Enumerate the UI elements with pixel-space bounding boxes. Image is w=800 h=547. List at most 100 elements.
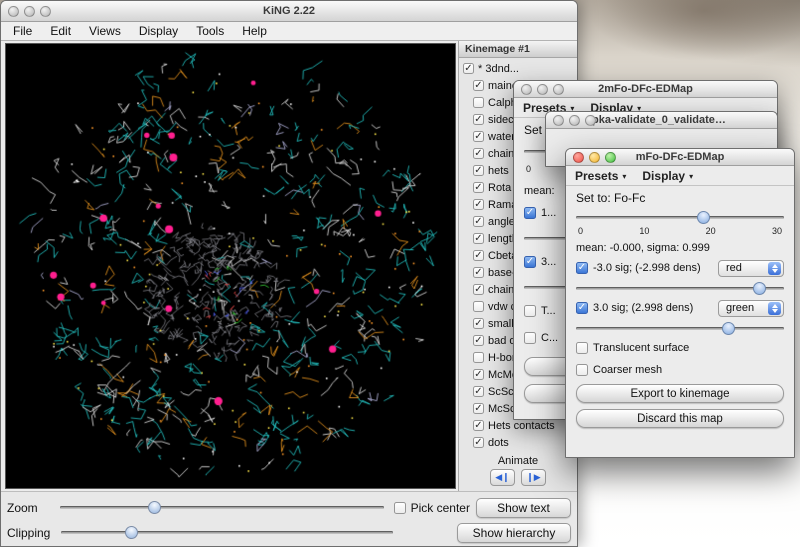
clipping-slider[interactable] xyxy=(61,525,393,540)
discard-map-button[interactable]: Discard this map xyxy=(576,409,784,428)
translucent-checkbox[interactable] xyxy=(576,342,588,354)
map-menubar: Presets Display xyxy=(566,166,794,186)
kinemage-item-checkbox[interactable] xyxy=(473,97,484,108)
kinemage-item-checkbox[interactable] xyxy=(463,63,474,74)
kinemage-item-checkbox[interactable] xyxy=(473,267,484,278)
kinemage-item-checkbox[interactable] xyxy=(473,199,484,210)
menu-help[interactable]: Help xyxy=(233,24,276,38)
kinemage-item-checkbox[interactable] xyxy=(473,386,484,397)
translucent-checkbox[interactable] xyxy=(524,305,536,317)
kinemage-item-checkbox[interactable] xyxy=(473,318,484,329)
kinemage-item-checkbox[interactable] xyxy=(473,301,484,312)
zoom-slider[interactable] xyxy=(60,500,384,515)
titlebar[interactable]: pka-validate_0_validate_1_ma... xyxy=(546,112,777,129)
kinemage-item-checkbox[interactable] xyxy=(473,165,484,176)
slider-thumb[interactable] xyxy=(125,526,138,539)
titlebar[interactable]: 2mFo-DFc-EDMap xyxy=(514,81,777,98)
kinemage-item-checkbox[interactable] xyxy=(473,216,484,227)
close-button[interactable] xyxy=(553,115,564,126)
kinemage-item-label: * 3dnd... xyxy=(478,63,519,75)
show-text-button[interactable]: Show text xyxy=(476,498,571,518)
neg-color-value: red xyxy=(726,262,768,274)
main-titlebar[interactable]: KiNG 2.22 xyxy=(1,1,577,22)
zoom-button[interactable] xyxy=(553,84,564,95)
kinemage-item[interactable]: dots xyxy=(463,434,577,451)
kinemage-item-checkbox[interactable] xyxy=(473,403,484,414)
slider-thumb[interactable] xyxy=(753,282,766,295)
kinemage-item-checkbox[interactable] xyxy=(473,80,484,91)
pick-center-checkbox[interactable] xyxy=(394,502,406,514)
kinemage-item-checkbox[interactable] xyxy=(473,437,484,448)
dropdown-arrows-icon xyxy=(768,302,781,315)
minimize-button[interactable] xyxy=(537,84,548,95)
menu-views[interactable]: Views xyxy=(80,24,130,38)
menu-tools[interactable]: Tools xyxy=(187,24,233,38)
pick-center-control: Pick center xyxy=(394,501,470,515)
slider-track[interactable] xyxy=(61,531,393,534)
pos-color-value: green xyxy=(726,302,768,314)
minimize-button[interactable] xyxy=(569,115,580,126)
menu-display[interactable]: Display xyxy=(130,24,187,38)
neg-contour-slider[interactable] xyxy=(576,281,784,296)
export-to-kinemage-button[interactable]: Export to kinemage xyxy=(576,384,784,403)
map-stats: mean: -0.000, sigma: 0.999 xyxy=(576,242,784,254)
kinemage-item-checkbox[interactable] xyxy=(473,114,484,125)
molecule-canvas[interactable] xyxy=(6,44,455,488)
zoom-button[interactable] xyxy=(585,115,596,126)
kinemage-panel-title[interactable]: Kinemage #1 xyxy=(459,41,577,58)
slider-thumb[interactable] xyxy=(697,211,710,224)
coarser-checkbox[interactable] xyxy=(576,364,588,376)
kinemage-item-checkbox[interactable] xyxy=(473,233,484,244)
slider-thumb[interactable] xyxy=(148,501,161,514)
pos-color-dropdown[interactable]: green xyxy=(718,300,784,317)
minimize-button[interactable] xyxy=(24,6,35,17)
close-button[interactable] xyxy=(573,152,584,163)
translucent-row: Translucent surface xyxy=(576,337,784,359)
titlebar[interactable]: mFo-DFc-EDMap xyxy=(566,149,794,166)
neg-contour-row: -3.0 sig; (-2.998 dens) red xyxy=(576,257,784,279)
kinemage-item-checkbox[interactable] xyxy=(473,182,484,193)
window-title: KiNG 2.22 xyxy=(1,5,577,17)
show-hierarchy-button[interactable]: Show hierarchy xyxy=(457,523,571,543)
slider-track[interactable] xyxy=(60,506,384,509)
animate-back-button[interactable]: ◀❙ xyxy=(490,469,515,486)
close-button[interactable] xyxy=(8,6,19,17)
animate-label: Animate xyxy=(459,455,577,467)
menu-display[interactable]: Display xyxy=(642,169,693,183)
molecule-viewport[interactable] xyxy=(5,43,456,489)
pos-contour-row: 3.0 sig; (2.998 dens) green xyxy=(576,297,784,319)
close-button[interactable] xyxy=(521,84,532,95)
king-main-window: KiNG 2.22 FileEditViewsDisplayToolsHelp … xyxy=(0,0,578,547)
kinemage-item-checkbox[interactable] xyxy=(473,250,484,261)
kinemage-item-checkbox[interactable] xyxy=(473,131,484,142)
pos-contour-checkbox[interactable] xyxy=(524,256,536,268)
neg-color-dropdown[interactable]: red xyxy=(718,260,784,277)
menu-edit[interactable]: Edit xyxy=(41,24,80,38)
kinemage-item-checkbox[interactable] xyxy=(473,284,484,295)
pos-contour-label: 3... xyxy=(541,256,556,268)
kinemage-item-label: Hets contacts xyxy=(488,420,555,432)
desktop-background: KiNG 2.22 FileEditViewsDisplayToolsHelp … xyxy=(0,0,800,547)
pos-contour-slider[interactable] xyxy=(576,321,784,336)
menu-presets[interactable]: Presets xyxy=(575,169,626,183)
neg-contour-checkbox[interactable] xyxy=(524,207,536,219)
pos-contour-checkbox[interactable] xyxy=(576,302,588,314)
contour-level-slider[interactable] xyxy=(576,210,784,225)
kinemage-item-checkbox[interactable] xyxy=(473,335,484,346)
kinemage-item-checkbox[interactable] xyxy=(473,369,484,380)
slider-track[interactable] xyxy=(576,327,784,330)
tick-label: 30 xyxy=(772,226,782,237)
coarser-checkbox[interactable] xyxy=(524,332,536,344)
slider-track[interactable] xyxy=(576,216,784,219)
kinemage-item-checkbox[interactable] xyxy=(473,352,484,363)
animate-forward-button[interactable]: ❙▶ xyxy=(521,469,546,486)
slider-thumb[interactable] xyxy=(722,322,735,335)
kinemage-item-checkbox[interactable] xyxy=(473,148,484,159)
zoom-button[interactable] xyxy=(605,152,616,163)
neg-contour-checkbox[interactable] xyxy=(576,262,588,274)
zoom-button[interactable] xyxy=(40,6,51,17)
menu-file[interactable]: File xyxy=(4,24,41,38)
kinemage-item[interactable]: * 3dnd... xyxy=(463,60,577,77)
minimize-button[interactable] xyxy=(589,152,600,163)
kinemage-item-checkbox[interactable] xyxy=(473,420,484,431)
